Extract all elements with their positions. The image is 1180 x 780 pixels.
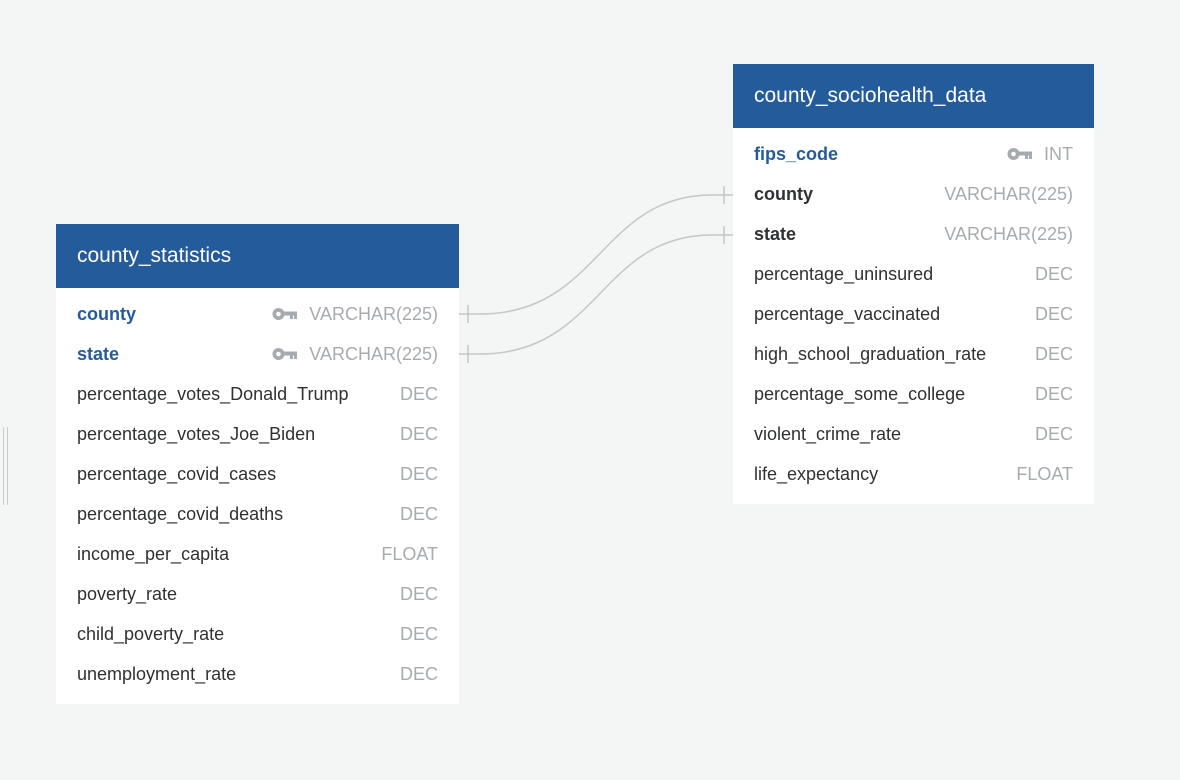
column-type: VARCHAR(225) [944,183,1073,204]
column-name: percentage_votes_Joe_Biden [77,423,316,444]
column-name: percentage_covid_cases [77,463,277,484]
column-row[interactable]: county VARCHAR(225) [733,174,1094,214]
column-type: DEC [399,663,438,684]
column-name: percentage_vaccinated [754,303,941,324]
column-type: INT [1007,144,1073,165]
column-row[interactable]: state VARCHAR(225) [56,334,459,374]
column-row[interactable]: percentage_covid_cases DEC [56,454,459,494]
column-name: fips_code [754,143,839,164]
column-name: percentage_covid_deaths [77,503,284,524]
table-header[interactable]: county_sociohealth_data [733,64,1094,128]
column-list: fips_code INT county VARCHAR(225) state … [733,128,1094,504]
column-type: VARCHAR(225) [272,344,438,365]
diagram-canvas[interactable]: county_statistics county VARCHAR(225) st… [0,0,1180,780]
column-name: unemployment_rate [77,663,237,684]
key-icon [1007,148,1032,160]
column-name: life_expectancy [754,463,879,484]
column-name: violent_crime_rate [754,423,902,444]
column-name: high_school_graduation_rate [754,343,987,364]
column-type: VARCHAR(225) [944,223,1073,244]
column-row[interactable]: life_expectancy FLOAT [733,454,1094,494]
column-type: DEC [1034,343,1073,364]
key-icon [272,348,298,360]
column-row[interactable]: percentage_some_college DEC [733,374,1094,414]
column-name: child_poverty_rate [77,623,225,644]
column-type: DEC [399,383,438,404]
column-row[interactable]: poverty_rate DEC [56,574,459,614]
column-name: state [77,343,120,364]
column-name: county [77,303,137,324]
column-list: county VARCHAR(225) state VARCHAR(225) p… [56,288,459,704]
column-name: percentage_some_college [754,383,966,404]
column-type-label: INT [1044,143,1073,164]
relationship-county-line[interactable] [459,194,733,315]
column-name: percentage_votes_Donald_Trump [77,383,349,404]
column-row[interactable]: child_poverty_rate DEC [56,614,459,654]
relationship-state-line[interactable] [459,234,733,355]
table-county-statistics[interactable]: county_statistics county VARCHAR(225) st… [56,224,459,704]
key-icon [272,308,298,320]
column-row[interactable]: state VARCHAR(225) [733,214,1094,254]
column-row[interactable]: percentage_votes_Donald_Trump DEC [56,374,459,414]
column-row[interactable]: unemployment_rate DEC [56,654,459,694]
column-name: poverty_rate [77,583,178,604]
column-type: DEC [1034,263,1073,284]
column-type-label: VARCHAR(225) [309,303,438,324]
table-header[interactable]: county_statistics [56,224,459,288]
column-type: DEC [399,503,438,524]
column-row[interactable]: county VARCHAR(225) [56,294,459,334]
column-row[interactable]: fips_code INT [733,134,1094,174]
column-name: income_per_capita [77,543,230,564]
table-title: county_sociohealth_data [754,84,987,107]
column-name: county [754,183,814,204]
table-county-sociohealth-data[interactable]: county_sociohealth_data fips_code INT co… [733,64,1094,504]
column-type: DEC [1034,303,1073,324]
column-name: percentage_uninsured [754,263,934,284]
table-title: county_statistics [77,244,232,267]
column-type: DEC [399,423,438,444]
column-type: VARCHAR(225) [272,304,438,325]
column-type: DEC [1034,423,1073,444]
column-name: state [754,223,797,244]
column-row[interactable]: percentage_votes_Joe_Biden DEC [56,414,459,454]
column-row[interactable]: percentage_covid_deaths DEC [56,494,459,534]
column-row[interactable]: percentage_uninsured DEC [733,254,1094,294]
column-row[interactable]: high_school_graduation_rate DEC [733,334,1094,374]
column-type: DEC [399,623,438,644]
canvas-edge-handle[interactable] [3,427,8,505]
column-type: FLOAT [1016,463,1073,484]
column-type: DEC [399,463,438,484]
column-row[interactable]: percentage_vaccinated DEC [733,294,1094,334]
column-type: DEC [399,583,438,604]
column-type-label: VARCHAR(225) [309,343,438,364]
column-row[interactable]: violent_crime_rate DEC [733,414,1094,454]
column-type: DEC [1034,383,1073,404]
column-row[interactable]: income_per_capita FLOAT [56,534,459,574]
column-type: FLOAT [381,543,438,564]
